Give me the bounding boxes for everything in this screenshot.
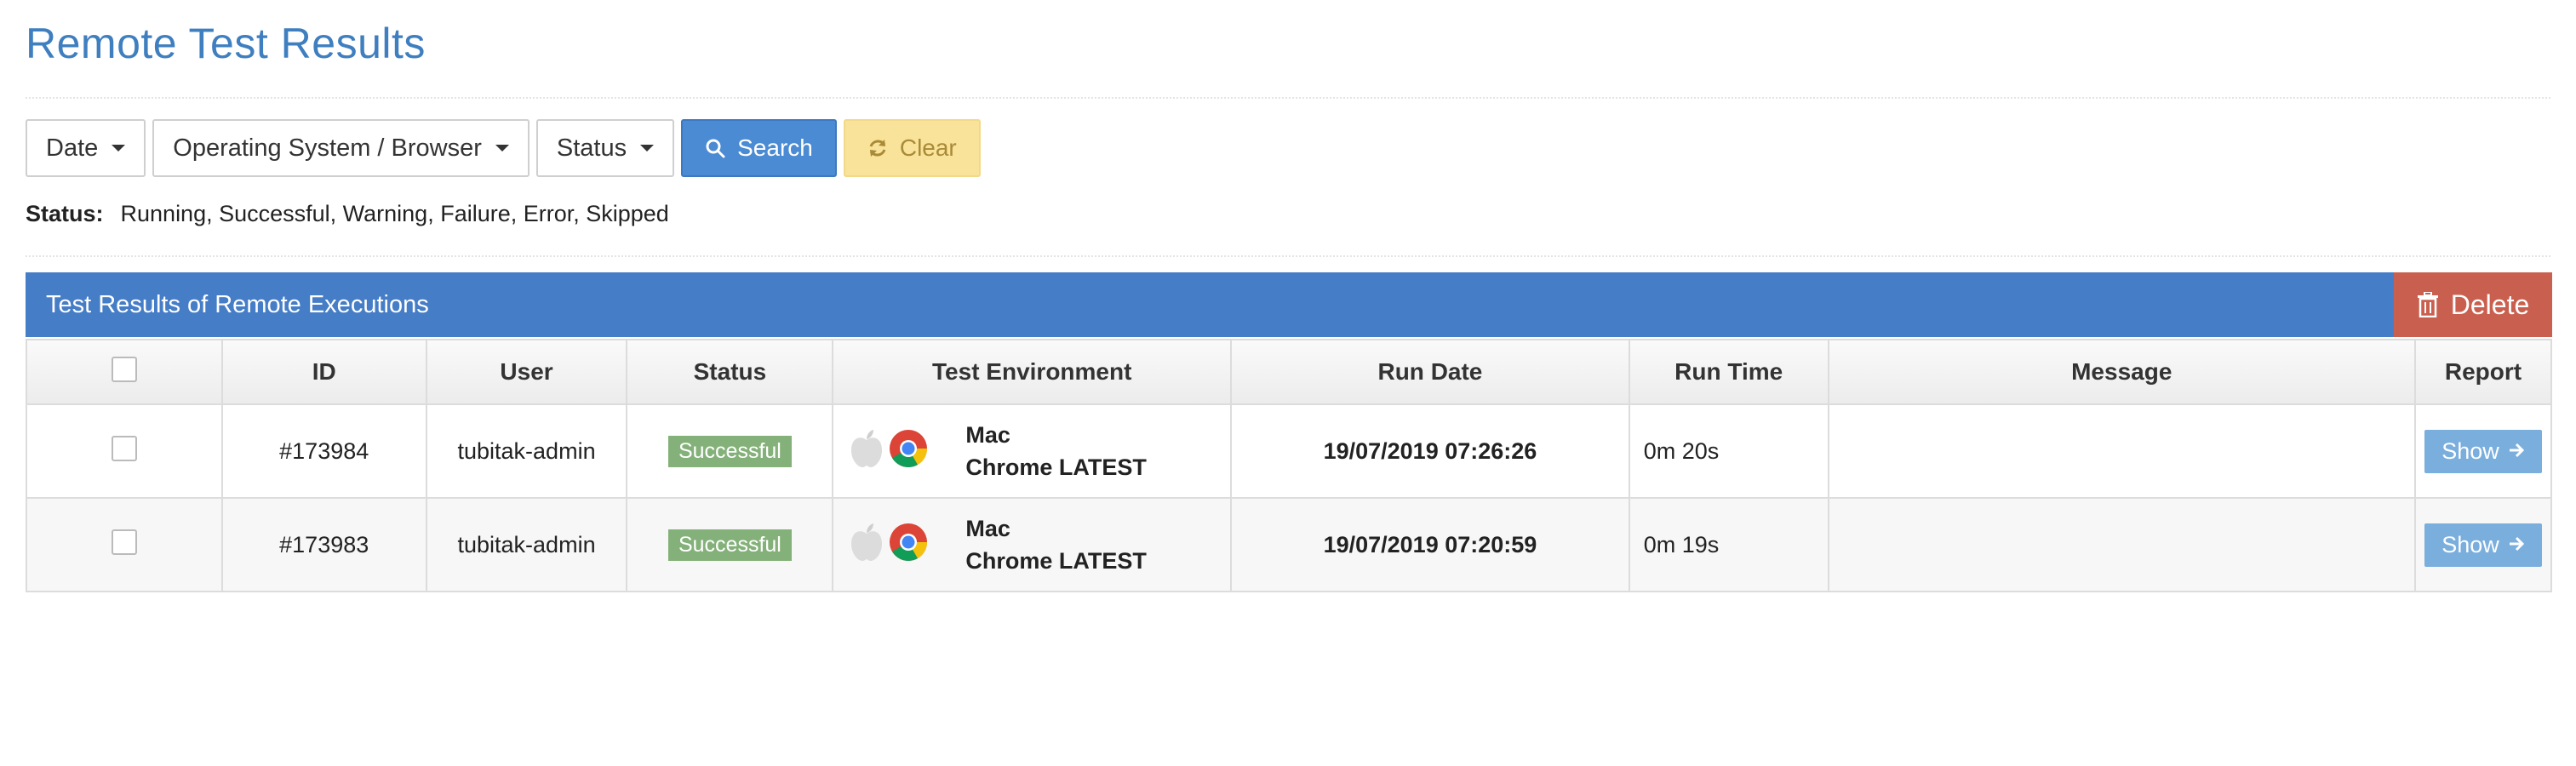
row-id: #173984 [220,403,427,499]
row-report-cell: Show [2413,403,2553,499]
caret-down-icon [112,145,126,151]
clear-button-label: Clear [899,134,957,161]
arrow-right-icon [2508,532,2525,558]
status-badge: Successful [667,529,792,561]
row-status-cell: Successful [626,403,834,499]
row-select-cell [26,403,223,499]
search-button[interactable]: Search [681,119,837,177]
trash-icon [2417,292,2439,317]
row-checkbox[interactable] [111,435,137,461]
row-run-date: 19/07/2019 07:20:59 [1230,497,1630,592]
caret-down-icon [640,145,655,151]
header-report: Report [2413,339,2553,405]
filter-bar: Date Operating System / Browser Status S… [26,119,981,177]
clear-button[interactable]: Clear [843,119,981,177]
chrome-icon [889,429,928,474]
header-id: ID [220,339,427,405]
header-run-time: Run Time [1628,339,1829,405]
status-summary: Status: Running, Successful, Warning, Fa… [26,201,669,227]
env-os: Mac [965,422,1010,448]
table-row: #173983 tubitak-admin Successful Mac Chr… [26,497,2553,592]
row-message [1827,497,2416,592]
divider [26,97,2550,99]
status-summary-value: Running, Successful, Warning, Failure, E… [120,201,669,226]
env-browser: Chrome LATEST [965,454,1147,480]
results-panel-header: Test Results of Remote Executions Delete [26,272,2552,337]
show-report-button[interactable]: Show [2424,523,2542,567]
date-filter-label: Date [46,134,99,162]
panel-title: Test Results of Remote Executions [46,290,429,318]
status-badge: Successful [667,435,792,467]
env-os: Mac [965,516,1010,541]
status-summary-label: Status: [26,201,104,226]
header-message: Message [1827,339,2416,405]
status-filter-label: Status [556,134,627,162]
select-all-header [26,339,223,405]
caret-down-icon [495,145,509,151]
row-status-cell: Successful [626,497,834,592]
row-test-environment: Mac Chrome LATEST [832,497,1233,592]
page-title: Remote Test Results [26,20,426,67]
row-report-cell: Show [2413,497,2553,592]
header-test-environment: Test Environment [832,339,1233,405]
refresh-icon [867,138,888,158]
table-row: #173984 tubitak-admin Successful Mac Chr… [26,403,2553,499]
results-table: ID User Status Test Environment Run Date… [26,339,2553,592]
row-id: #173983 [220,497,427,592]
delete-button-label: Delete [2450,289,2530,320]
delete-button[interactable]: Delete [2394,272,2552,337]
show-report-button[interactable]: Show [2424,429,2542,473]
row-select-cell [26,497,223,592]
status-filter-dropdown[interactable]: Status [535,119,675,177]
env-browser: Chrome LATEST [965,548,1147,574]
show-button-label: Show [2441,531,2499,557]
row-message [1827,403,2416,499]
row-user: tubitak-admin [425,403,628,499]
chrome-icon [889,523,928,568]
search-icon [705,138,725,158]
row-run-date: 19/07/2019 07:26:26 [1230,403,1630,499]
row-checkbox[interactable] [111,529,137,555]
os-browser-filter-label: Operating System / Browser [173,134,482,162]
row-test-environment: Mac Chrome LATEST [832,403,1233,499]
divider [26,255,2550,257]
row-run-time: 0m 20s [1628,403,1829,499]
search-button-label: Search [737,134,813,161]
os-browser-filter-dropdown[interactable]: Operating System / Browser [152,119,530,177]
apple-icon [848,428,885,475]
date-filter-dropdown[interactable]: Date [26,119,146,177]
apple-icon [848,522,885,569]
select-all-checkbox[interactable] [111,356,137,382]
header-user: User [425,339,628,405]
table-header-row: ID User Status Test Environment Run Date… [26,339,2553,405]
row-user: tubitak-admin [425,497,628,592]
header-status: Status [626,339,834,405]
row-run-time: 0m 19s [1628,497,1829,592]
arrow-right-icon [2508,438,2525,465]
header-run-date: Run Date [1230,339,1630,405]
show-button-label: Show [2441,437,2499,464]
